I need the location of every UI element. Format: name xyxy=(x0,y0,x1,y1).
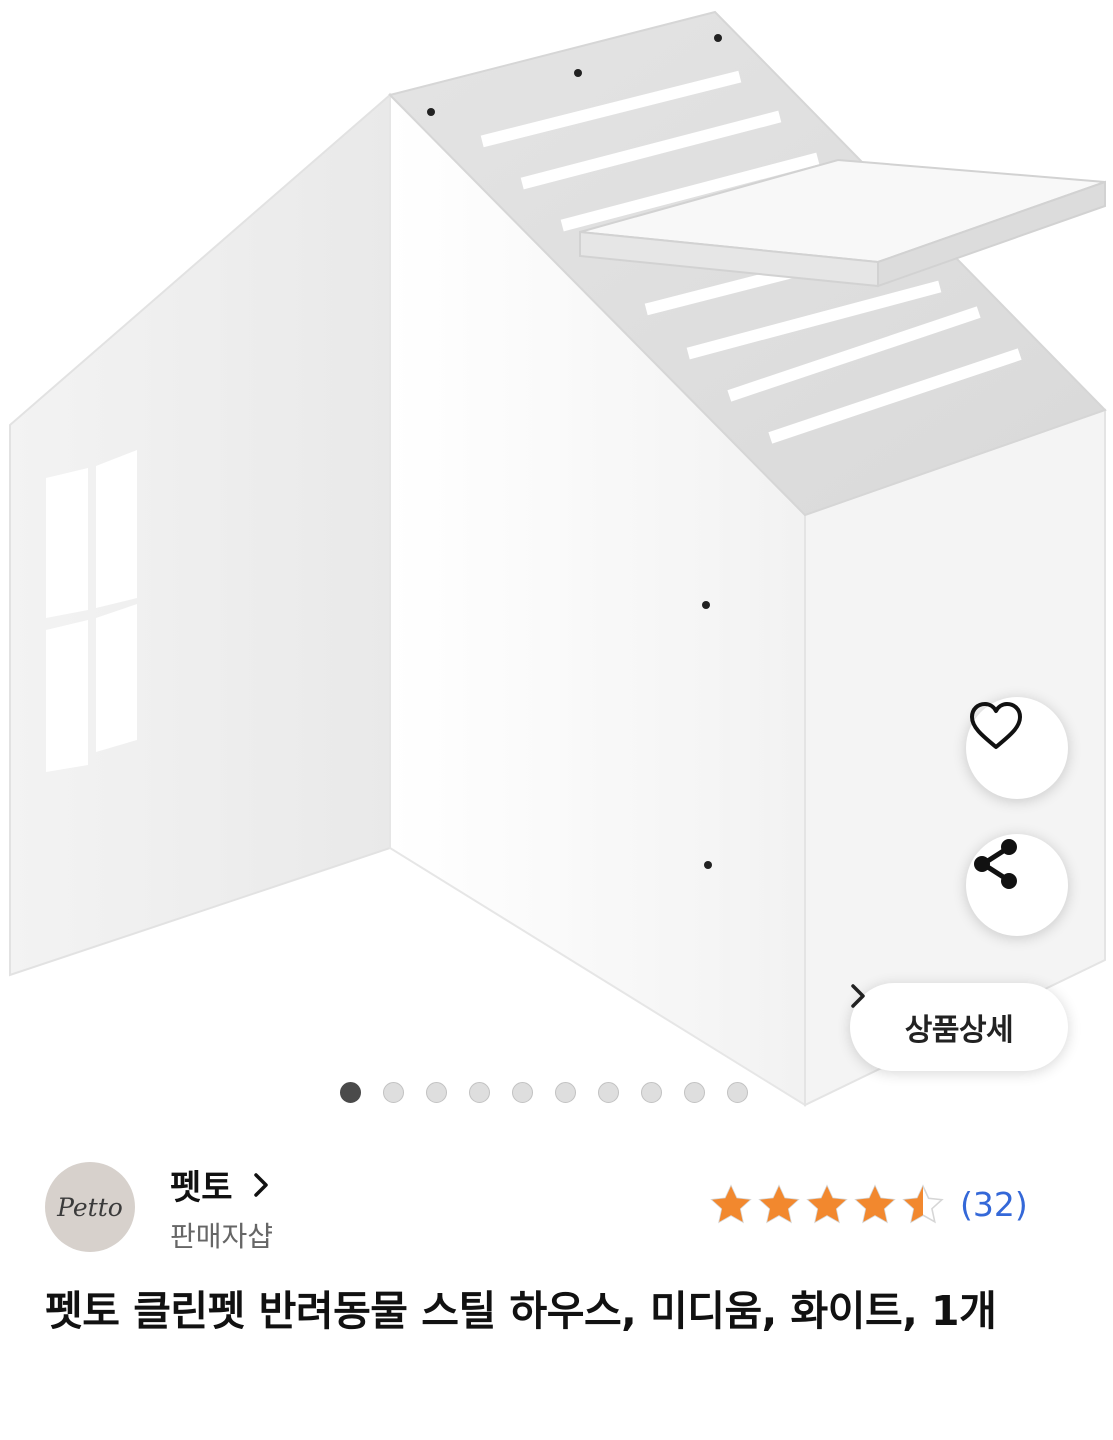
carousel-dot[interactable] xyxy=(340,1082,361,1103)
product-title: 펫토 클린펫 반려동물 스틸 하우스, 미디움, 화이트, 1개 xyxy=(45,1287,997,1335)
product-image xyxy=(9,10,1107,1107)
carousel-dot[interactable] xyxy=(512,1082,533,1103)
product-image-carousel[interactable]: 상품상세 xyxy=(0,0,1113,1140)
star-icon xyxy=(854,1184,896,1224)
share-icon xyxy=(974,839,1017,889)
product-detail-button[interactable]: 상품상세 xyxy=(850,983,1068,1071)
seller-logo-text: Petto xyxy=(57,1192,123,1222)
review-count: (32) xyxy=(960,1184,1028,1224)
seller-name-link[interactable]: 펫토 xyxy=(170,1160,269,1209)
carousel-dot[interactable] xyxy=(727,1082,748,1103)
chevron-right-icon xyxy=(253,1172,268,1197)
carousel-dot[interactable] xyxy=(555,1082,576,1103)
carousel-dot[interactable] xyxy=(469,1082,490,1103)
carousel-dot[interactable] xyxy=(598,1082,619,1103)
carousel-pagination xyxy=(340,1082,748,1103)
star-icon xyxy=(758,1184,800,1224)
product-rating[interactable]: (32) xyxy=(710,1184,1028,1224)
star-icon xyxy=(710,1184,752,1224)
star-icon xyxy=(902,1184,944,1224)
carousel-dot[interactable] xyxy=(684,1082,705,1103)
product-detail-label: 상품상세 xyxy=(904,1013,1014,1048)
carousel-dot[interactable] xyxy=(426,1082,447,1103)
wishlist-button[interactable] xyxy=(966,697,1068,799)
star-icon xyxy=(806,1184,848,1224)
chevron-right-icon xyxy=(851,984,865,1008)
seller-subtitle: 판매자샵 xyxy=(170,1220,274,1253)
carousel-dot[interactable] xyxy=(383,1082,404,1103)
carousel-dot[interactable] xyxy=(641,1082,662,1103)
seller-avatar[interactable]: Petto xyxy=(45,1162,135,1252)
rating-stars xyxy=(710,1184,944,1224)
seller-name: 펫토 xyxy=(170,1168,233,1208)
share-button[interactable] xyxy=(966,834,1068,936)
heart-icon xyxy=(970,702,1022,749)
